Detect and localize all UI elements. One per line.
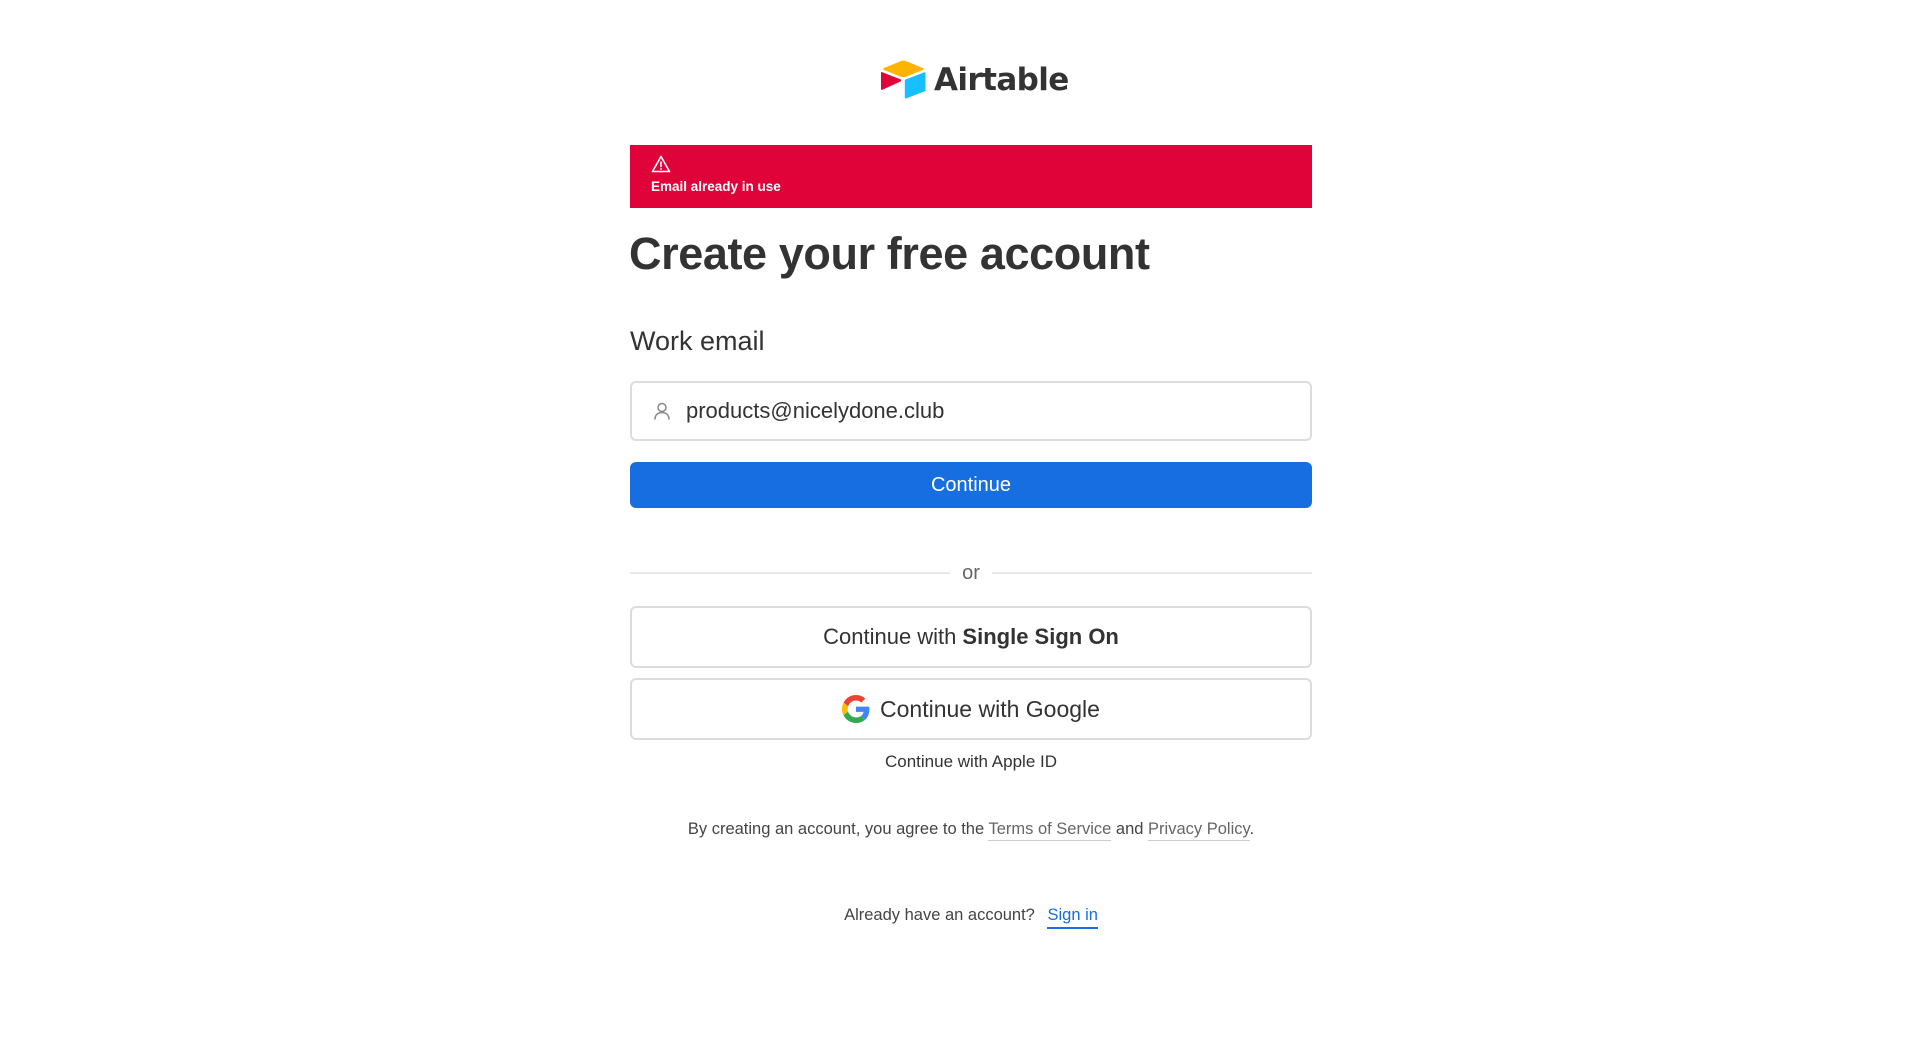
signup-page: Airtable Email already in use Create you…: [0, 0, 1920, 1052]
signin-row: Already have an account? Sign in: [630, 906, 1312, 929]
or-divider: or: [630, 560, 1313, 586]
email-label: Work email: [630, 326, 765, 356]
terms-prefix: By creating an account, you agree to the: [687, 820, 985, 838]
sso-button-prefix: Continue with: [823, 624, 957, 649]
email-field[interactable]: [630, 381, 1312, 441]
user-icon: [654, 402, 670, 420]
email-input[interactable]: [686, 398, 1286, 424]
terms-suffix: .: [1249, 820, 1255, 838]
page-title: Create your free account: [629, 228, 1150, 279]
sso-button-emphasis: Single Sign On: [962, 624, 1119, 649]
continue-button[interactable]: Continue: [630, 462, 1312, 508]
signin-link[interactable]: Sign in: [1047, 906, 1098, 929]
sso-button[interactable]: Continue with Single Sign On: [630, 606, 1312, 668]
error-message: Email already in use: [651, 179, 781, 194]
google-icon: [842, 695, 870, 723]
google-button[interactable]: Continue with Google: [630, 678, 1312, 740]
divider-line-right: [991, 572, 1313, 574]
divider-line-left: [630, 572, 951, 574]
terms-notice: By creating an account, you agree to the…: [630, 820, 1312, 841]
terms-of-service-link[interactable]: Terms of Service: [988, 820, 1112, 841]
or-text: or: [962, 561, 980, 584]
apple-id-link[interactable]: Continue with Apple ID: [630, 752, 1312, 772]
airtable-logo[interactable]: Airtable: [880, 58, 1069, 102]
signin-prompt: Already have an account?: [844, 906, 1035, 924]
warning-triangle-icon: [651, 155, 671, 173]
airtable-logo-text: Airtable: [934, 62, 1069, 98]
terms-conjunction: and: [1115, 820, 1144, 838]
airtable-logo-icon: [881, 60, 926, 99]
privacy-policy-link[interactable]: Privacy Policy: [1148, 820, 1250, 841]
google-button-label: Continue with Google: [880, 695, 1100, 722]
error-banner: Email already in use: [630, 145, 1312, 208]
